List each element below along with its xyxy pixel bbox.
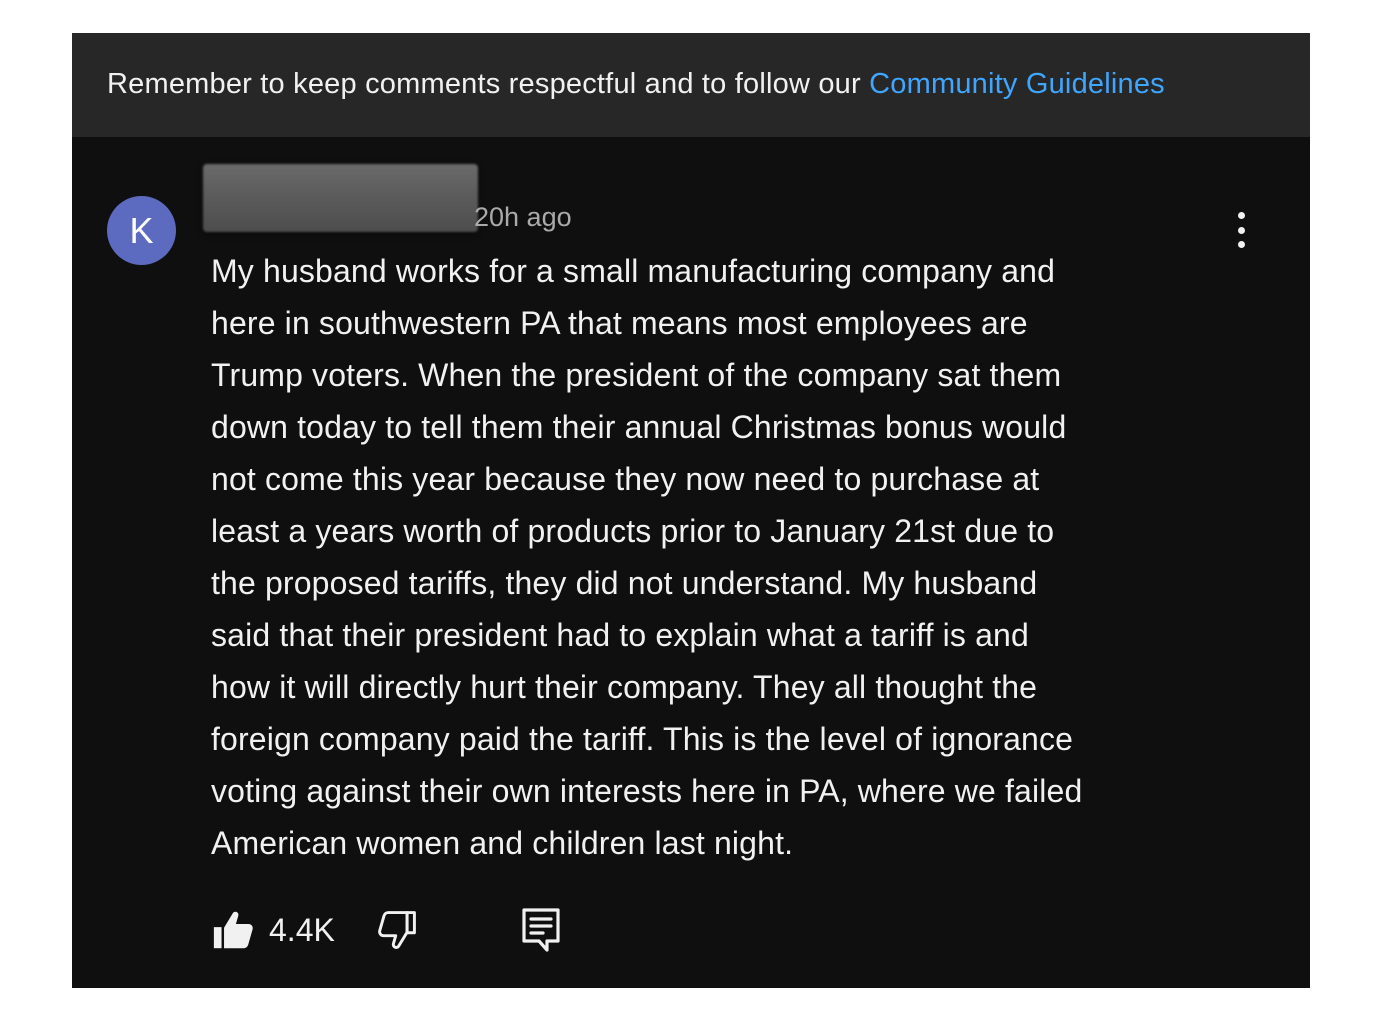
community-guidelines-banner: Remember to keep comments respectful and… <box>72 33 1310 137</box>
thumbs-down-icon <box>378 911 416 949</box>
comment-line: American women and children last night. <box>211 825 794 861</box>
comment-line: least a years worth of products prior to… <box>211 513 1055 549</box>
comment-line: voting against their own interests here … <box>211 773 1083 809</box>
comment-line: not come this year because they now need… <box>211 461 1040 497</box>
comment-line: how it will directly hurt their company.… <box>211 669 1038 705</box>
thumbs-up-icon <box>213 911 253 949</box>
author-name-redacted <box>203 164 478 232</box>
reply-button[interactable] <box>521 907 561 953</box>
banner-text: Remember to keep comments respectful and… <box>107 65 1165 103</box>
dislike-button[interactable] <box>375 908 419 952</box>
comment-line: the proposed tariffs, they did not under… <box>211 565 1038 601</box>
comment-line: My husband works for a small manufacturi… <box>211 253 1056 289</box>
community-guidelines-link[interactable]: Community Guidelines <box>869 68 1165 100</box>
banner-message: Remember to keep comments respectful and… <box>107 68 870 100</box>
comment-menu-button[interactable] <box>1226 208 1256 252</box>
like-button[interactable] <box>211 907 257 953</box>
more-vertical-icon-dot <box>1237 226 1245 234</box>
comment-line: down today to tell them their annual Chr… <box>211 409 1067 445</box>
comment-text: My husband works for a small manufacturi… <box>211 245 1221 869</box>
comment-line: foreign company paid the tariff. This is… <box>211 721 1074 757</box>
more-vertical-icon <box>1237 212 1245 219</box>
comment-line: here in southwestern PA that means most … <box>211 305 1028 341</box>
comment-line: said that their president had to explain… <box>211 617 1029 653</box>
comments-panel: Remember to keep comments respectful and… <box>72 33 1310 988</box>
comment-line: Trump voters. When the president of the … <box>211 357 1062 393</box>
reply-comment-icon <box>522 908 560 952</box>
avatar[interactable]: K <box>107 196 176 265</box>
more-vertical-icon-dot <box>1237 241 1245 248</box>
comment-timestamp[interactable]: 20h ago <box>474 199 572 235</box>
comment-actions: 4.4K <box>211 905 611 955</box>
like-count: 4.4K <box>269 912 335 948</box>
